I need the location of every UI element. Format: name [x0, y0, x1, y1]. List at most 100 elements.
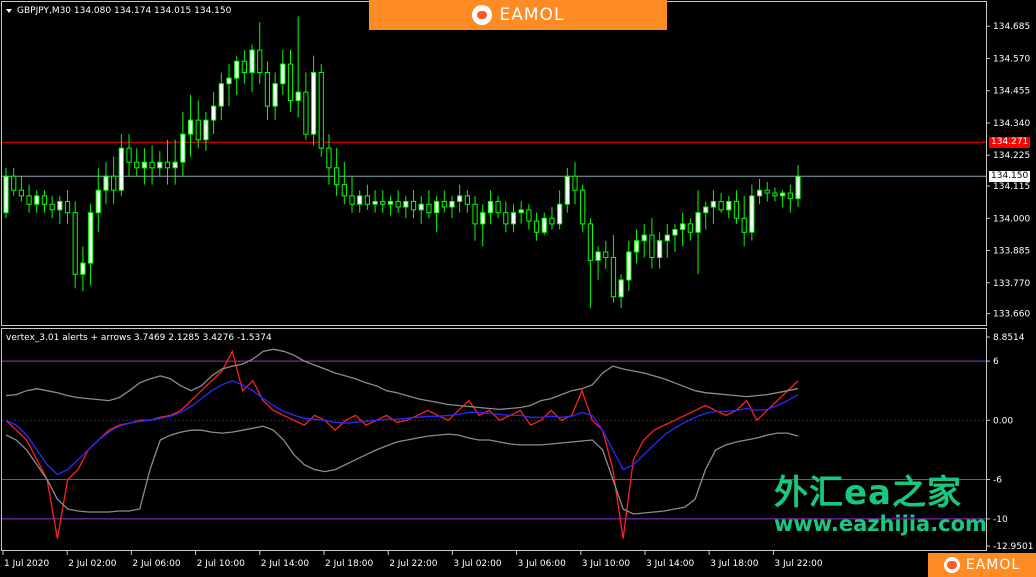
- candle-body: [503, 212, 509, 225]
- candle-body: [541, 217, 547, 233]
- candle-body: [764, 189, 770, 194]
- candle-body: [72, 212, 78, 275]
- candle-body: [626, 251, 632, 281]
- time-tick-label: 3 Jul 18:00: [710, 559, 759, 569]
- watermark: 外汇ea之家 www.eazhijia.com: [774, 476, 987, 535]
- indicator-tick-label: -10: [993, 515, 1008, 525]
- time-tick-label: 2 Jul 18:00: [325, 559, 374, 569]
- candle-body: [241, 60, 247, 73]
- candle-body: [334, 167, 340, 186]
- candle-body: [234, 60, 240, 79]
- candle-body: [95, 189, 101, 214]
- candle-body: [549, 217, 555, 225]
- candle-body: [518, 209, 524, 214]
- candle-body: [341, 184, 347, 197]
- candle-body: [510, 212, 517, 225]
- eamol-corner-icon: [943, 557, 960, 573]
- candle-body: [280, 63, 286, 85]
- price-tick-label: 134.225: [993, 151, 1030, 161]
- price-tick-label: 133.660: [993, 310, 1030, 320]
- candle-body: [733, 200, 740, 219]
- eamol-logo-icon: [471, 5, 492, 25]
- candle-body: [580, 189, 586, 225]
- candle-body: [11, 175, 17, 191]
- candle-body: [672, 228, 678, 236]
- candle-body: [710, 200, 717, 208]
- time-tick-label: 1 Jul 2020: [4, 559, 49, 569]
- candle-body: [680, 223, 686, 230]
- price-tick-label: 134.685: [993, 22, 1030, 32]
- candle-body: [426, 203, 432, 214]
- candle: [318, 64, 324, 157]
- candle-body: [780, 192, 786, 197]
- candle-body: [303, 91, 309, 135]
- candle-body: [364, 195, 371, 205]
- candle-body: [210, 105, 217, 121]
- candle-body: [587, 223, 594, 261]
- candle-body: [134, 161, 140, 169]
- indicator-header: vertex_3.01 alerts + arrows 3.7469 2.128…: [6, 333, 272, 343]
- current-price-tag: 134.150: [989, 171, 1031, 182]
- candle-body: [326, 147, 332, 169]
- candle-body: [418, 203, 424, 211]
- candle-body: [395, 200, 401, 208]
- candle-body: [772, 192, 778, 197]
- eamol-logo-banner: EAMOL: [369, 0, 667, 30]
- candle-body: [464, 195, 470, 205]
- candle-body: [157, 161, 163, 169]
- candle-body: [149, 161, 155, 169]
- candle-body: [487, 200, 494, 214]
- candle-body: [641, 234, 647, 242]
- candle-body: [218, 83, 224, 107]
- candle-body: [741, 217, 747, 233]
- candle-body: [618, 279, 624, 298]
- candle-body: [526, 209, 532, 222]
- candle-body: [57, 200, 63, 211]
- price-tick-label: 134.570: [993, 54, 1030, 64]
- candle-body: [34, 195, 40, 205]
- candle-body: [349, 195, 355, 205]
- candle-body: [695, 212, 701, 233]
- candle-body: [3, 175, 9, 214]
- candle-body: [633, 240, 640, 253]
- time-tick-label: 2 Jul 22:00: [389, 559, 438, 569]
- candle-body: [572, 175, 578, 191]
- red-line-price-tag: 134.271: [989, 137, 1031, 148]
- time-tick-label: 2 Jul 14:00: [261, 559, 310, 569]
- candle-body: [295, 91, 301, 102]
- time-tick-label: 3 Jul 14:00: [646, 559, 695, 569]
- candle-body: [226, 77, 232, 85]
- candle-body: [118, 147, 124, 191]
- candle-body: [610, 257, 617, 298]
- candle-body: [533, 220, 540, 233]
- candle-body: [480, 212, 486, 225]
- candle-body: [310, 71, 317, 135]
- candle-body: [180, 133, 186, 163]
- indicator-tick-label: -6: [993, 475, 1002, 485]
- time-tick-label: 2 Jul 02:00: [68, 559, 117, 569]
- candle-body: [249, 49, 255, 73]
- candle-body: [564, 175, 570, 205]
- eamol-logo-text: EAMOL: [499, 5, 565, 25]
- candle-body: [372, 200, 378, 205]
- candle-body: [87, 212, 94, 264]
- candle-body: [26, 195, 32, 205]
- candle-body: [103, 175, 109, 191]
- symbol-header: GBPJPY,M30 134.080 134.174 134.015 134.1…: [17, 6, 232, 16]
- candle-body: [318, 71, 324, 149]
- candle-body: [257, 49, 263, 73]
- price-tick-label: 133.770: [993, 279, 1030, 289]
- candle-body: [557, 203, 563, 225]
- candle-body: [287, 63, 294, 102]
- candle-body: [203, 119, 209, 141]
- candle-body: [749, 195, 755, 233]
- candle-body: [111, 175, 117, 191]
- indicator-tick-label: 8.8514: [993, 333, 1025, 343]
- candle-body: [787, 192, 793, 200]
- watermark-url: www.eazhijia.com: [774, 512, 987, 536]
- candle-body: [187, 119, 194, 135]
- price-tick-label: 133.885: [993, 247, 1030, 257]
- candle-body: [595, 251, 601, 261]
- time-tick-label: 2 Jul 06:00: [132, 559, 181, 569]
- candle-body: [472, 203, 478, 225]
